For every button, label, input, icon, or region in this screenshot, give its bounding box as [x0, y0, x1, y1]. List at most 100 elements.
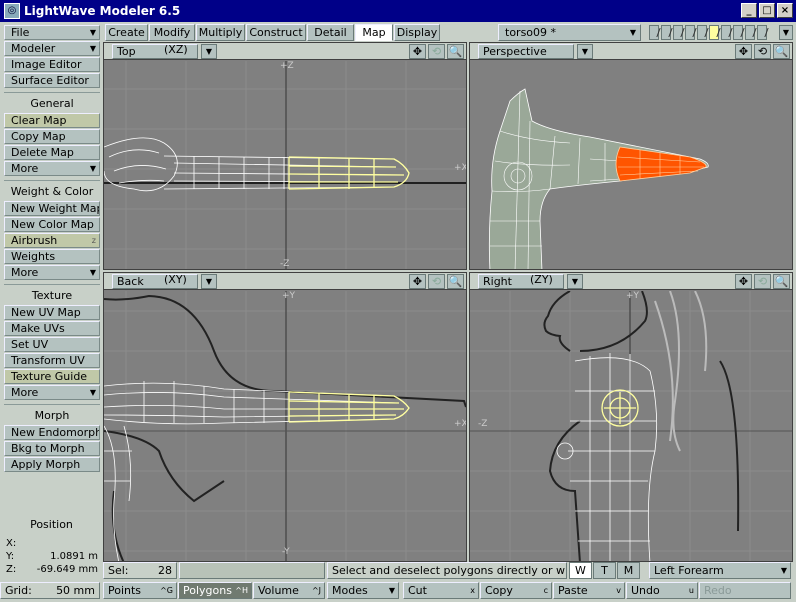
viewport-view-selector[interactable]: Perspective — [478, 44, 574, 59]
viewport-axis: (XY) — [164, 273, 187, 286]
layer-6-button[interactable] — [709, 25, 719, 40]
x-label: X: — [6, 538, 17, 549]
zoom-icon[interactable]: 🔍 — [773, 44, 790, 59]
cut-button[interactable]: Cut x — [403, 582, 479, 599]
tab-display[interactable]: Display — [394, 24, 440, 41]
viewport-canvas[interactable]: +Y +X -Y — [104, 291, 466, 561]
layer-2-button[interactable] — [661, 25, 671, 40]
layer-9-button[interactable] — [745, 25, 755, 40]
modes-menu[interactable]: Modes — [327, 582, 399, 599]
tab-map[interactable]: Map — [355, 24, 393, 41]
weights-button[interactable]: Weights — [4, 249, 100, 264]
viewport-canvas[interactable]: +Y -Z — [470, 290, 792, 561]
undo-button[interactable]: Undo u — [626, 582, 698, 599]
layer-5-button[interactable] — [697, 25, 707, 40]
new-weight-map-button[interactable]: New Weight Map — [4, 201, 100, 216]
viewport-options-dropdown[interactable]: ▼ — [567, 274, 583, 289]
apply-morph-button[interactable]: Apply Morph — [4, 457, 100, 472]
redo-button[interactable]: Redo — [699, 582, 791, 599]
zoom-icon[interactable]: 🔍 — [773, 274, 790, 289]
new-color-map-button[interactable]: New Color Map — [4, 217, 100, 232]
viewport-axis: (ZY) — [530, 273, 553, 286]
lightwave-app-icon[interactable]: ◎ — [4, 3, 20, 19]
tab-bar: Create Modify Multiply Construct Detail … — [103, 22, 796, 42]
viewport-back[interactable]: Back (XY) ▼ ✥ ⟲ 🔍 +Y +X -Y — [103, 272, 467, 562]
pan-icon[interactable]: ✥ — [735, 44, 752, 59]
viewport-canvas[interactable]: +Z +X -Z — [104, 61, 466, 269]
tab-create[interactable]: Create — [105, 24, 148, 41]
clear-map-button[interactable]: Clear Map — [4, 113, 100, 128]
make-uvs-button[interactable]: Make UVs — [4, 321, 100, 336]
rotate-icon[interactable]: ⟲ — [428, 274, 445, 289]
rotate-icon[interactable]: ⟲ — [754, 44, 771, 59]
copy-button[interactable]: Copy c — [480, 582, 552, 599]
pan-icon[interactable]: ✥ — [735, 274, 752, 289]
right-view-mesh — [470, 290, 792, 561]
weight-more-menu[interactable]: More — [4, 265, 100, 280]
section-texture-title: Texture — [31, 289, 73, 302]
viewport-name: Back — [117, 275, 144, 288]
volume-mode-button[interactable]: Volume ^J — [253, 582, 325, 599]
new-uv-map-button[interactable]: New UV Map — [4, 305, 100, 320]
airbrush-button[interactable]: Airbrush z — [4, 233, 100, 248]
layer-bank-dropdown[interactable]: ▼ — [779, 25, 793, 40]
layer-1-button[interactable] — [649, 25, 659, 40]
tab-multiply[interactable]: Multiply — [196, 24, 245, 41]
layer-3-button[interactable] — [673, 25, 683, 40]
morph-map-toggle[interactable]: M — [617, 562, 640, 579]
delete-map-button[interactable]: Delete Map — [4, 145, 100, 160]
tab-detail[interactable]: Detail — [307, 24, 354, 41]
zoom-icon[interactable]: 🔍 — [447, 44, 464, 59]
points-mode-button[interactable]: Points ^G — [103, 582, 177, 599]
rotate-icon[interactable]: ⟲ — [754, 274, 771, 289]
axis-label-plus-y: +Y — [626, 291, 640, 301]
layer-4-button[interactable] — [685, 25, 695, 40]
close-button[interactable]: × — [777, 3, 793, 18]
airbrush-label: Airbrush — [11, 234, 58, 247]
rotate-icon[interactable]: ⟲ — [428, 44, 445, 59]
maximize-button[interactable]: □ — [759, 3, 775, 18]
volume-hotkey: ^J — [311, 586, 321, 595]
polygons-mode-button[interactable]: Polygons ^H — [178, 582, 252, 599]
image-editor-button[interactable]: Image Editor — [4, 57, 100, 72]
copy-hotkey: c — [543, 586, 548, 595]
copy-map-button[interactable]: Copy Map — [4, 129, 100, 144]
pan-icon[interactable]: ✥ — [409, 274, 426, 289]
section-weight-color-title: Weight & Color — [10, 185, 94, 198]
viewport-options-dropdown[interactable]: ▼ — [201, 44, 217, 59]
viewport-options-dropdown[interactable]: ▼ — [577, 44, 593, 59]
tab-construct[interactable]: Construct — [246, 24, 306, 41]
paste-button[interactable]: Paste v — [553, 582, 625, 599]
layer-10-button[interactable] — [757, 25, 767, 40]
new-endomorph-button[interactable]: New Endomorph — [4, 425, 100, 440]
copy-label: Copy — [485, 584, 513, 597]
minimize-button[interactable]: _ — [741, 3, 757, 18]
vertex-map-selector[interactable]: Left Forearm — [649, 562, 791, 579]
axis-label-plus-z: +Z — [280, 61, 294, 71]
texture-map-toggle[interactable]: T — [593, 562, 616, 579]
viewport-right[interactable]: Right (ZY) ▼ ✥ ⟲ 🔍 +Y -Z — [469, 272, 793, 562]
layer-8-button[interactable] — [733, 25, 743, 40]
tab-modify[interactable]: Modify — [149, 24, 195, 41]
zoom-icon[interactable]: 🔍 — [447, 274, 464, 289]
texture-more-menu[interactable]: More — [4, 385, 100, 400]
pan-icon[interactable]: ✥ — [409, 44, 426, 59]
transform-uv-button[interactable]: Transform UV — [4, 353, 100, 368]
viewport-perspective[interactable]: Perspective ▼ ✥ ⟲ 🔍 — [469, 42, 793, 270]
object-selector[interactable]: torso09 * — [498, 24, 641, 41]
general-more-menu[interactable]: More — [4, 161, 100, 176]
viewport-canvas[interactable] — [470, 61, 792, 269]
polygons-hotkey: ^H — [235, 586, 248, 595]
texture-guide-button[interactable]: Texture Guide — [4, 369, 100, 384]
bkg-to-morph-button[interactable]: Bkg to Morph — [4, 441, 100, 456]
layer-7-button[interactable] — [721, 25, 731, 40]
weight-map-toggle[interactable]: W — [569, 562, 592, 579]
modeler-menu[interactable]: Modeler — [4, 41, 100, 56]
viewport-options-dropdown[interactable]: ▼ — [201, 274, 217, 289]
file-menu[interactable]: File — [4, 25, 100, 40]
info-field — [179, 562, 325, 579]
grid-size: Grid: 50 mm — [0, 582, 100, 599]
set-uv-button[interactable]: Set UV — [4, 337, 100, 352]
viewport-top[interactable]: Top (XZ) ▼ ✥ ⟲ 🔍 +Z +X -Z — [103, 42, 467, 270]
surface-editor-button[interactable]: Surface Editor — [4, 73, 100, 88]
